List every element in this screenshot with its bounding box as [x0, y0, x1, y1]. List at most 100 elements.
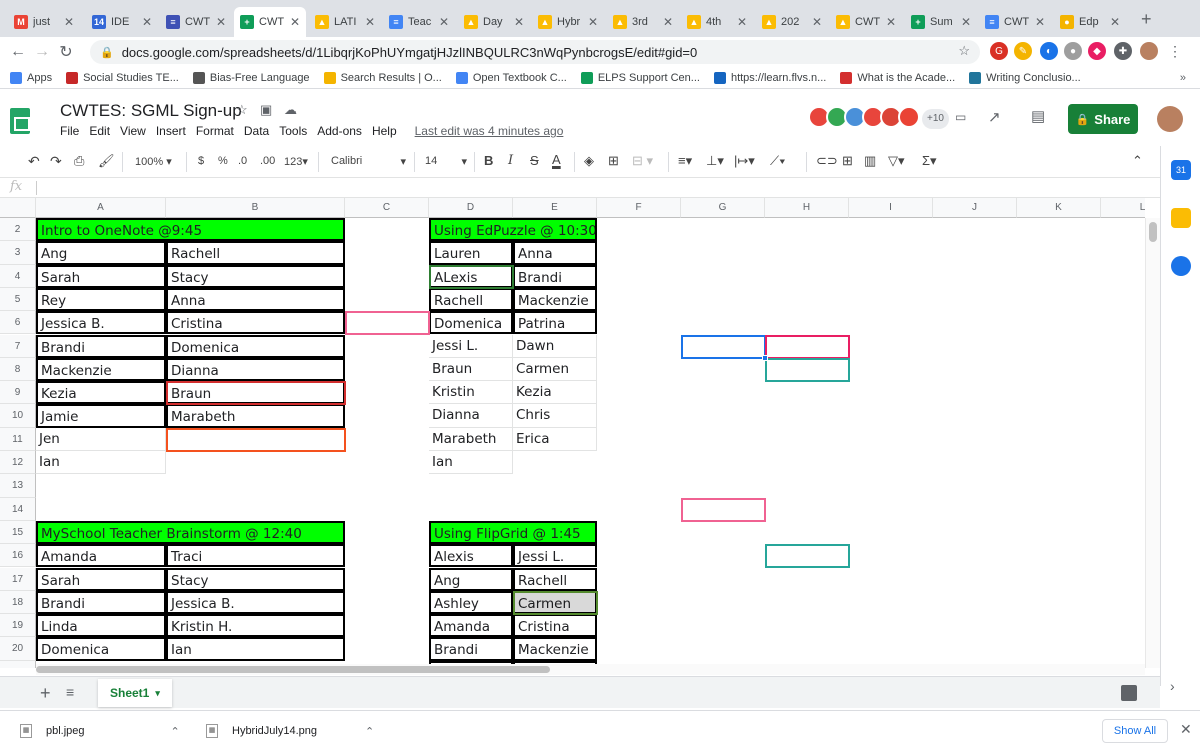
row-header[interactable]: 11	[0, 427, 36, 451]
menu-help[interactable]: Help	[372, 124, 397, 138]
column-header[interactable]: B	[166, 198, 345, 218]
session-title-cell[interactable]: Using FlipGrid @ 1:45	[429, 520, 597, 545]
row-header[interactable]: 3	[0, 241, 36, 265]
chevron-up-icon[interactable]: ⌃	[365, 725, 374, 738]
row-header[interactable]: 21	[0, 660, 36, 668]
row-header[interactable]: 2	[0, 218, 36, 242]
session-title-cell[interactable]: Using EdPuzzle @ 10:30	[429, 218, 597, 242]
signup-name-cell[interactable]: Carmen	[513, 590, 597, 615]
signup-name-cell[interactable]: Anna	[166, 287, 345, 312]
spreadsheet-grid[interactable]: A B C D E F G H I J K L 2 3 4 5 6 7 8 9 10 11 12 13 14 15 16 17 18 19…	[0, 198, 1145, 668]
collaborators-more-badge[interactable]: +10	[922, 109, 949, 129]
column-header[interactable]: H	[765, 198, 849, 218]
signup-name-cell[interactable]: Braun	[166, 381, 345, 405]
font-size-select[interactable]: 14 ▾	[425, 155, 467, 168]
selection-fill-handle[interactable]	[762, 354, 768, 361]
text-wrapping-icon[interactable]: |↦▾	[734, 153, 755, 169]
download-item[interactable]: ▦ HybridJuly14.png ⌃	[206, 724, 374, 738]
bold-button[interactable]: B	[484, 153, 493, 168]
column-header[interactable]: A	[36, 198, 166, 218]
borders-icon[interactable]: ⊞	[608, 153, 619, 169]
decrease-decimal-button[interactable]: .0	[238, 155, 247, 167]
bookmark-item[interactable]: Social Studies TE...	[66, 71, 179, 84]
fill-color-icon[interactable]: ◈	[584, 153, 594, 169]
signup-name-cell[interactable]: Jamie	[36, 404, 166, 428]
browser-menu-icon[interactable]: ⋮	[1166, 42, 1184, 60]
close-tab-icon[interactable]: ✕	[886, 15, 896, 29]
browser-tab[interactable]: 14 IDE ✕	[86, 7, 158, 37]
menu-insert[interactable]: Insert	[156, 124, 186, 138]
highlighted-cell[interactable]	[345, 311, 430, 336]
menu-tools[interactable]: Tools	[279, 124, 307, 138]
signup-name-cell[interactable]: Rachell	[429, 287, 513, 312]
browser-tab[interactable]: ≡ CWT ✕	[160, 7, 232, 37]
undo-icon[interactable]: ↶	[28, 153, 40, 170]
comments-icon[interactable]: ▤	[1031, 107, 1045, 125]
signup-name-cell[interactable]: Ashley	[429, 590, 513, 615]
functions-icon[interactable]: Σ▾	[922, 153, 937, 169]
horizontal-scroll-thumb[interactable]	[36, 666, 550, 673]
extension-icon[interactable]: ◆	[1088, 42, 1106, 60]
row-header[interactable]: 10	[0, 404, 36, 428]
browser-tab[interactable]: Mjust ✕	[8, 7, 80, 37]
signup-name-cell[interactable]: Jessica B.	[166, 590, 345, 615]
horizontal-scrollbar[interactable]	[36, 664, 1145, 675]
signup-name-cell[interactable]: Patrina	[513, 311, 597, 335]
bookmark-item[interactable]: ELPS Support Cen...	[580, 71, 700, 84]
close-tab-icon[interactable]: ✕	[514, 15, 524, 29]
menu-add-ons[interactable]: Add-ons	[317, 124, 362, 138]
redo-icon[interactable]: ↷	[50, 153, 62, 170]
signup-name-cell[interactable]: Erica	[513, 427, 597, 451]
row-header[interactable]: 17	[0, 567, 36, 591]
insert-link-icon[interactable]: ⊂⊃	[816, 153, 838, 169]
increase-decimal-button[interactable]: .00	[260, 155, 275, 167]
signup-name-cell[interactable]: Chris	[513, 404, 597, 428]
signup-name-cell[interactable]: Kristin H.	[166, 614, 345, 638]
bookmark-item[interactable]: Open Textbook C...	[455, 71, 567, 84]
move-folder-icon[interactable]: ▣	[260, 102, 272, 118]
text-color-button[interactable]: A	[552, 152, 561, 167]
signup-name-cell[interactable]: Jen	[36, 427, 166, 451]
session-title-cell[interactable]: Intro to OneNote @9:45	[36, 218, 345, 242]
signup-name-cell[interactable]: Jessi L.	[513, 544, 597, 568]
star-icon[interactable]: ☆	[236, 102, 248, 118]
browser-tab[interactable]: ≡ CWT ✕	[979, 7, 1051, 37]
strikethrough-button[interactable]: S	[530, 153, 539, 168]
row-header[interactable]: 6	[0, 311, 36, 335]
signup-name-cell[interactable]: Marabeth	[166, 404, 345, 428]
close-tab-icon[interactable]: ✕	[737, 15, 747, 29]
extension-icon[interactable]: ◐	[1040, 42, 1058, 60]
signup-name-cell[interactable]: Anna	[513, 241, 597, 265]
browser-tab[interactable]: ▲ Hybr ✕	[532, 7, 604, 37]
percent-format-button[interactable]: %	[218, 155, 228, 167]
horizontal-align-icon[interactable]: ≡▾	[678, 153, 692, 169]
browser-tab[interactable]: ▲ LATI ✕	[309, 7, 381, 37]
signup-name-cell[interactable]: Jessi L.	[429, 334, 513, 358]
column-header[interactable]: I	[849, 198, 933, 218]
vertical-scrollbar[interactable]	[1145, 218, 1160, 668]
highlighted-cell[interactable]	[166, 427, 346, 452]
signup-name-cell[interactable]: Mackenzie	[36, 357, 166, 382]
profile-avatar[interactable]	[1140, 42, 1158, 60]
row-header[interactable]: 16	[0, 544, 36, 568]
chevron-down-icon[interactable]: ▾	[155, 688, 160, 699]
select-all-corner[interactable]	[0, 198, 36, 218]
browser-tab[interactable]: ▲ 202 ✕	[756, 7, 828, 37]
menu-format[interactable]: Format	[196, 124, 234, 138]
download-item[interactable]: ▦ pbl.jpeg ⌃	[20, 724, 180, 738]
vertical-scroll-thumb[interactable]	[1149, 222, 1157, 242]
bookmark-item[interactable]: Apps	[10, 71, 52, 84]
all-sheets-icon[interactable]: ≡	[66, 684, 74, 700]
user-avatar[interactable]	[1157, 106, 1183, 132]
present-icon[interactable]: ▭	[955, 110, 966, 124]
close-tab-icon[interactable]: ✕	[365, 15, 375, 29]
menu-file[interactable]: File	[60, 124, 79, 138]
close-tab-icon[interactable]: ✕	[1110, 15, 1120, 29]
close-tab-icon[interactable]: ✕	[1035, 15, 1045, 29]
signup-name-cell[interactable]: Mackenzie	[513, 637, 597, 661]
signup-name-cell[interactable]: Ang	[36, 241, 166, 265]
menu-view[interactable]: View	[120, 124, 146, 138]
extensions-puzzle-icon[interactable]: ✚	[1114, 42, 1132, 60]
close-tab-icon[interactable]: ✕	[290, 15, 300, 29]
bookmark-item[interactable]: Writing Conclusio...	[969, 71, 1081, 84]
